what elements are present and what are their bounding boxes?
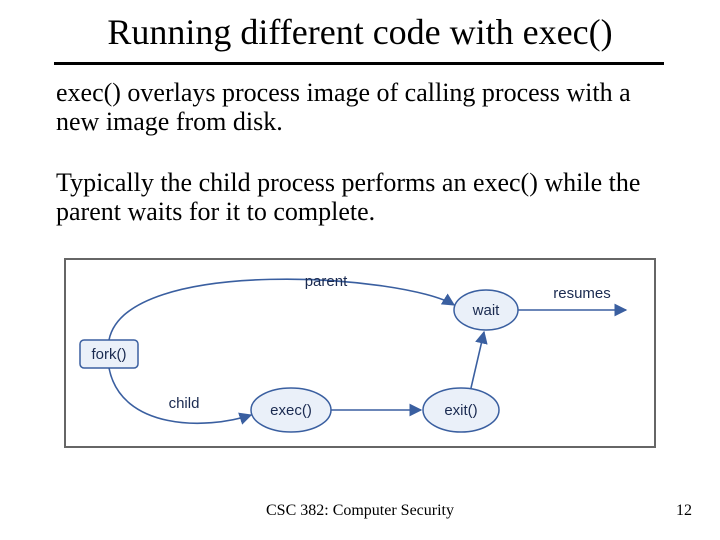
title-rule — [54, 62, 664, 65]
edge-exit-wait — [471, 332, 484, 388]
slide: Running different code with exec() exec(… — [0, 0, 720, 540]
paragraph-2: Typically the child process performs an … — [56, 168, 676, 226]
fork-node: fork() — [80, 340, 138, 368]
edge-parent-arc — [109, 279, 454, 340]
wait-node: wait — [454, 290, 518, 330]
parent-text: parent — [305, 273, 348, 290]
paragraph-1: exec() overlays process image of calling… — [56, 78, 666, 136]
exit-label: exit() — [444, 402, 477, 419]
child-text: child — [169, 395, 200, 412]
diagram-svg: fork() wait exec() exit() parent r — [66, 260, 654, 446]
exec-node: exec() — [251, 388, 331, 432]
footer-page-number: 12 — [676, 502, 692, 520]
footer-course: CSC 382: Computer Security — [0, 502, 720, 520]
exec-label: exec() — [270, 402, 312, 419]
fork-label: fork() — [92, 346, 127, 363]
page-title: Running different code with exec() — [0, 14, 720, 52]
resumes-text: resumes — [553, 285, 611, 302]
wait-label: wait — [472, 302, 501, 319]
process-flow-diagram: fork() wait exec() exit() parent r — [64, 258, 656, 448]
exit-node: exit() — [423, 388, 499, 432]
